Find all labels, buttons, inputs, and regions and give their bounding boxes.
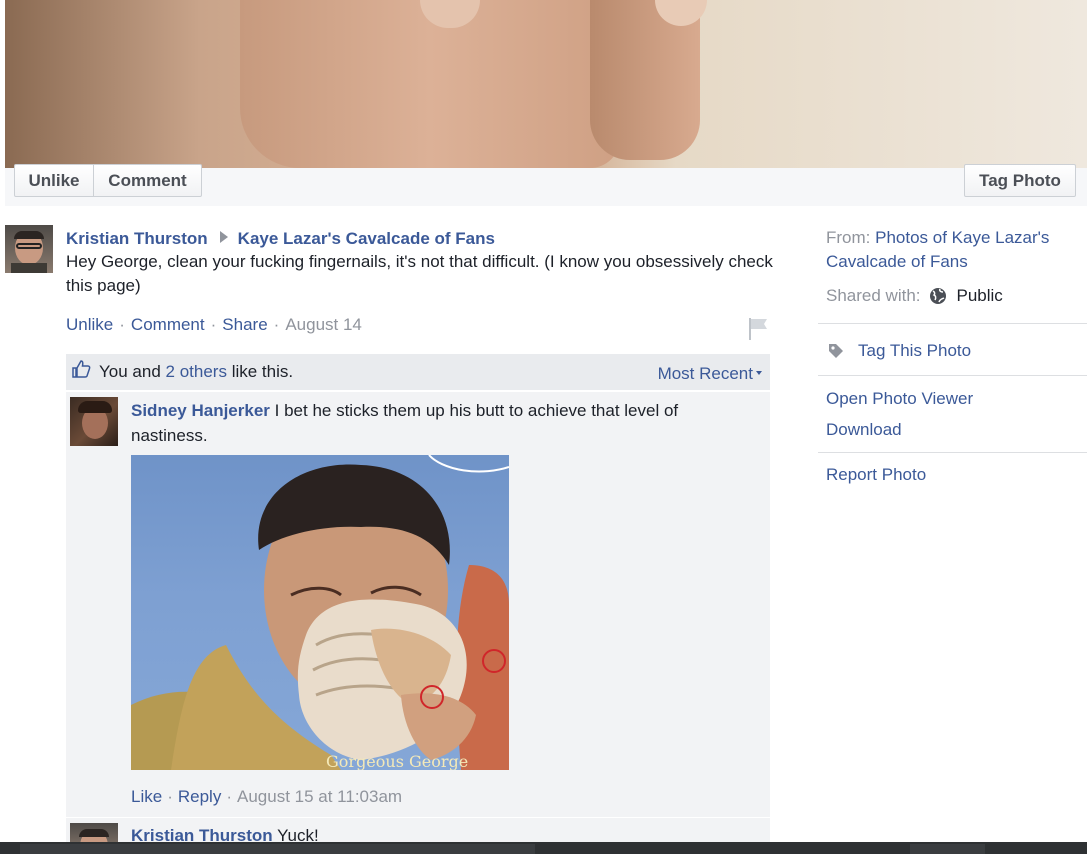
tag-photo-button[interactable]: Tag Photo (964, 164, 1076, 197)
bottom-bar-segment (910, 844, 985, 854)
comments-list: Sidney Hanjerker I bet he sticks them up… (66, 392, 770, 854)
avatar[interactable] (5, 225, 53, 273)
separator: · (210, 315, 217, 334)
post-author-link[interactable]: Kristian Thurston (66, 229, 208, 248)
comment-author-link[interactable]: Sidney Hanjerker (131, 401, 270, 420)
open-photo-viewer-link[interactable]: Open Photo Viewer (826, 387, 973, 411)
avatar-shirt-shape (11, 263, 47, 273)
post-header: Kristian Thurston Kaye Lazar's Cavalcade … (66, 227, 776, 251)
tag-icon (829, 344, 843, 358)
photo-action-bar: Unlike Comment Tag Photo (5, 164, 1087, 206)
flag-icon[interactable] (747, 316, 769, 342)
post-share-link[interactable]: Share (222, 315, 267, 334)
post-date[interactable]: August 14 (285, 315, 362, 334)
post-target-link[interactable]: Kaye Lazar's Cavalcade of Fans (238, 229, 495, 248)
tag-this-photo-link[interactable]: Tag This Photo (828, 339, 971, 363)
separator: · (119, 315, 125, 334)
separator: · (273, 315, 280, 334)
post-actions: Unlike · Comment · Share · August 14 (66, 314, 362, 336)
avatar[interactable] (70, 397, 118, 446)
comment-actions: Like · Reply · August 15 at 11:03am (131, 786, 402, 808)
likes-others-link[interactable]: 2 others (166, 362, 227, 381)
globe-icon[interactable] (929, 287, 947, 305)
from-label: From: (826, 228, 871, 247)
comment-body: Sidney Hanjerker I bet he sticks them up… (131, 398, 731, 448)
likes-bar: You and 2 others like this. Most Recent (66, 354, 770, 390)
avatar-hair-shape (78, 401, 112, 413)
divider (818, 452, 1087, 453)
avatar-hair-shape (79, 829, 109, 837)
comment-reply-link[interactable]: Reply (178, 787, 221, 806)
comment-date[interactable]: August 15 at 11:03am (237, 787, 402, 806)
shared-value[interactable]: Public (957, 284, 1003, 308)
thumbs-up-icon (72, 360, 91, 378)
bottom-bar (0, 842, 1087, 854)
divider (818, 323, 1087, 324)
likes-prefix: You and (99, 362, 161, 381)
likes-summary: You and 2 others like this. (99, 362, 293, 382)
sort-dropdown[interactable]: Most Recent (658, 364, 762, 384)
post-text: Hey George, clean your fucking fingernai… (66, 252, 773, 295)
avatar-hair-shape (14, 231, 44, 239)
comment-like-link[interactable]: Like (131, 787, 162, 806)
photo-hand-shape (240, 0, 620, 168)
divider (818, 375, 1087, 376)
report-photo-link[interactable]: Report Photo (826, 463, 926, 487)
shared-with-row: Shared with: Public (826, 284, 1003, 308)
chevron-down-icon (756, 371, 762, 375)
bottom-bar-segment (20, 844, 535, 854)
arrow-right-icon (219, 231, 228, 243)
avatar-glasses-shape (16, 243, 42, 249)
comment-photo[interactable]: Gorgeous George (131, 455, 509, 770)
shared-label: Shared with: (826, 286, 921, 305)
photo-caption: Gorgeous George (326, 752, 468, 770)
tag-this-photo-label: Tag This Photo (858, 341, 972, 360)
divider (66, 817, 770, 818)
post-unlike-link[interactable]: Unlike (66, 315, 113, 334)
comment-photo-drawing: Gorgeous George (131, 455, 509, 770)
photo-image[interactable] (5, 0, 1087, 168)
separator: · (167, 787, 173, 806)
sort-label: Most Recent (657, 364, 753, 383)
unlike-button[interactable]: Unlike (14, 164, 94, 197)
post-comment-link[interactable]: Comment (131, 315, 205, 334)
comment-button[interactable]: Comment (93, 164, 202, 197)
download-link[interactable]: Download (826, 418, 902, 442)
likes-suffix: like this. (231, 362, 294, 381)
separator: · (226, 787, 232, 806)
from-row: From: Photos of Kaye Lazar's Cavalcade o… (826, 226, 1081, 274)
